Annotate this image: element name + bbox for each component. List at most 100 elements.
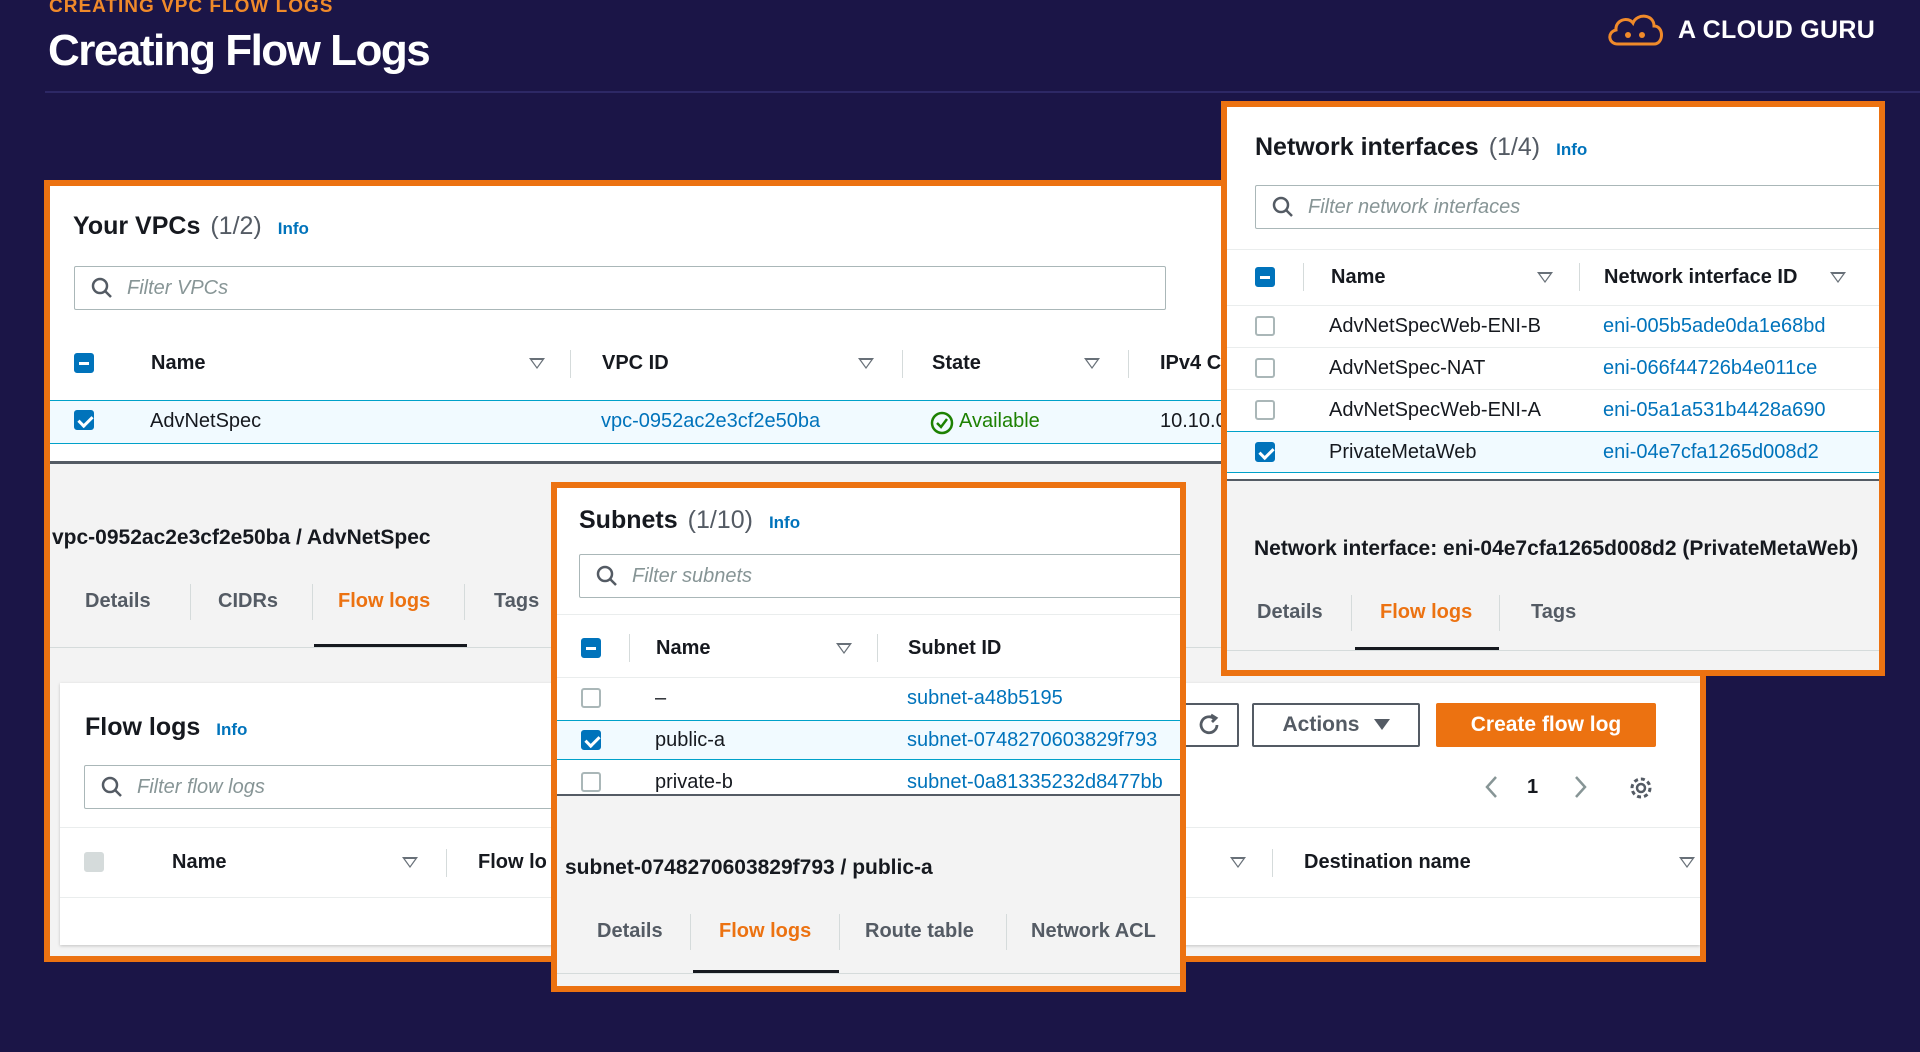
eni-select-all-checkbox[interactable] — [1255, 267, 1275, 287]
tab-details[interactable]: Details — [1257, 601, 1323, 624]
flow-logs-col-sort-icon[interactable] — [1230, 857, 1246, 868]
actions-dropdown-button[interactable]: Actions — [1252, 703, 1420, 747]
vpc-row-checkbox[interactable] — [74, 410, 94, 430]
vpc-row-cidr: 10.10.0 — [1160, 410, 1227, 432]
subnet-row-id-link[interactable]: subnet-0a81335232d8477bb — [907, 771, 1163, 794]
flow-logs-header: Flow logs Info — [85, 713, 247, 742]
subnets-panel: Subnets (1/10) Info Filter subnets Name … — [551, 482, 1186, 992]
tab-details[interactable]: Details — [85, 590, 151, 613]
flow-logs-name-sort-icon[interactable] — [402, 857, 418, 868]
subnet-select-all-checkbox[interactable] — [581, 638, 601, 658]
subnet-detail-title: subnet-0748270603829f793 / public-a — [565, 856, 933, 879]
logo-text: A CLOUD GURU — [1678, 15, 1876, 44]
subnet-search-input[interactable]: Filter subnets — [579, 554, 1180, 598]
flow-logs-col-name[interactable]: Name — [172, 851, 226, 874]
flow-logs-col-destination[interactable]: Destination name — [1304, 851, 1471, 874]
tab-flow-logs[interactable]: Flow logs — [719, 920, 811, 943]
vpcs-info-link[interactable]: Info — [278, 219, 309, 239]
vpc-id-sort-icon[interactable] — [858, 358, 874, 369]
eni-search-input[interactable]: Filter network interfaces — [1255, 185, 1879, 229]
network-interfaces-panel: Network interfaces (1/4) Info Filter net… — [1221, 101, 1885, 676]
eni-row-checkbox-selected[interactable] — [1255, 442, 1275, 462]
enis-header: Network interfaces (1/4) Info — [1255, 133, 1587, 162]
split-divider[interactable] — [557, 794, 1180, 796]
flow-logs-search-input[interactable]: Filter flow logs — [84, 765, 604, 809]
eni-row-id-link[interactable]: eni-066f44726b4e011ce — [1603, 357, 1817, 380]
vpc-state-sort-icon[interactable] — [1084, 358, 1100, 369]
tab-flow-logs[interactable]: Flow logs — [338, 590, 430, 613]
eni-row-checkbox[interactable] — [1255, 358, 1275, 378]
eni-search-placeholder: Filter network interfaces — [1308, 195, 1521, 218]
vpc-select-all-checkbox[interactable] — [74, 353, 94, 373]
eni-row-checkbox[interactable] — [1255, 316, 1275, 336]
chevron-right-icon[interactable] — [1572, 775, 1588, 799]
vpcs-header: Your VPCs (1/2) Info — [73, 212, 309, 241]
settings-gear-icon[interactable] — [1628, 775, 1654, 801]
slide-divider — [45, 91, 1920, 93]
vpc-col-name[interactable]: Name — [151, 352, 205, 375]
subnet-search-placeholder: Filter subnets — [632, 564, 753, 587]
slide-title: Creating Flow Logs — [48, 26, 431, 75]
eni-row-name: AdvNetSpec-NAT — [1329, 357, 1486, 379]
subnet-row-checkbox-selected[interactable] — [581, 730, 601, 750]
caret-down-icon — [1373, 719, 1390, 730]
split-divider[interactable] — [1227, 479, 1879, 481]
flow-logs-search-placeholder: Filter flow logs — [137, 775, 265, 798]
enis-info-link[interactable]: Info — [1556, 140, 1587, 160]
vpc-row-name: AdvNetSpec — [150, 410, 262, 432]
vpcs-count: (1/2) — [210, 212, 262, 240]
subnet-list-card: Subnets (1/10) Info Filter subnets Name … — [557, 488, 1180, 794]
flow-logs-destination-sort-icon[interactable] — [1679, 857, 1695, 868]
eni-row-id-link[interactable]: eni-005b5ade0da1e68bd — [1603, 315, 1825, 338]
eni-row-id-link[interactable]: eni-04e7cfa1265d008d2 — [1603, 441, 1819, 464]
tab-flow-logs[interactable]: Flow logs — [1380, 601, 1472, 624]
search-icon — [1272, 196, 1293, 217]
tab-route-table[interactable]: Route table — [865, 920, 974, 943]
status-available-icon — [930, 411, 954, 435]
create-flow-log-label: Create flow log — [1470, 713, 1622, 736]
vpc-row-id-link[interactable]: vpc-0952ac2e3cf2e50ba — [601, 410, 820, 433]
subnet-name-sort-icon[interactable] — [836, 643, 852, 654]
logo: A CLOUD GURU — [1604, 10, 1875, 50]
flow-logs-title: Flow logs — [85, 713, 201, 741]
flow-logs-info-link[interactable]: Info — [216, 720, 247, 740]
tab-network-acl[interactable]: Network ACL — [1031, 920, 1156, 943]
subnets-count: (1/10) — [687, 506, 753, 534]
pagination-page[interactable]: 1 — [1527, 776, 1538, 799]
subnet-row-name: public-a — [655, 729, 726, 751]
vpc-col-id[interactable]: VPC ID — [602, 352, 669, 375]
tab-cidrs[interactable]: CIDRs — [218, 590, 278, 613]
subnet-row-id-link[interactable]: subnet-0748270603829f793 — [907, 729, 1157, 752]
flow-logs-select-all-checkbox — [84, 852, 104, 872]
tab-tags[interactable]: Tags — [1531, 601, 1576, 624]
subnet-row-checkbox[interactable] — [581, 688, 601, 708]
eni-row-checkbox[interactable] — [1255, 400, 1275, 420]
eni-row-name: AdvNetSpecWeb-ENI-B — [1329, 315, 1541, 337]
create-flow-log-button[interactable]: Create flow log — [1436, 703, 1656, 747]
enis-title: Network interfaces — [1255, 133, 1479, 161]
eni-name-sort-icon[interactable] — [1537, 272, 1553, 283]
tab-tags[interactable]: Tags — [494, 590, 539, 613]
subnet-col-id[interactable]: Subnet ID — [908, 637, 1001, 660]
chevron-left-icon[interactable] — [1484, 775, 1500, 799]
tab-details[interactable]: Details — [597, 920, 663, 943]
eni-row-id-link[interactable]: eni-05a1a531b4428a690 — [1603, 399, 1825, 422]
eni-row-name: AdvNetSpecWeb-ENI-A — [1329, 399, 1541, 421]
vpc-col-state[interactable]: State — [932, 352, 981, 375]
vpc-search-input[interactable]: Filter VPCs — [74, 266, 1166, 310]
subnet-col-name[interactable]: Name — [656, 637, 710, 660]
search-icon — [101, 776, 122, 797]
eni-id-sort-icon[interactable] — [1830, 272, 1846, 283]
vpc-row-state: Available — [959, 410, 1040, 432]
subnet-row-checkbox[interactable] — [581, 772, 601, 792]
cloud-logo-icon — [1608, 14, 1663, 46]
subnets-info-link[interactable]: Info — [769, 513, 800, 533]
eni-col-name[interactable]: Name — [1331, 266, 1385, 289]
vpc-col-cidr[interactable]: IPv4 CI — [1160, 352, 1227, 375]
subnet-row-id-link[interactable]: subnet-a48b5195 — [907, 687, 1063, 710]
vpc-detail-title: vpc-0952ac2e3cf2e50ba / AdvNetSpec — [52, 526, 431, 549]
eni-col-id[interactable]: Network interface ID — [1604, 266, 1797, 289]
refresh-button[interactable] — [1179, 703, 1239, 747]
vpc-name-sort-icon[interactable] — [529, 358, 545, 369]
flow-logs-col-id[interactable]: Flow lo — [478, 851, 547, 874]
